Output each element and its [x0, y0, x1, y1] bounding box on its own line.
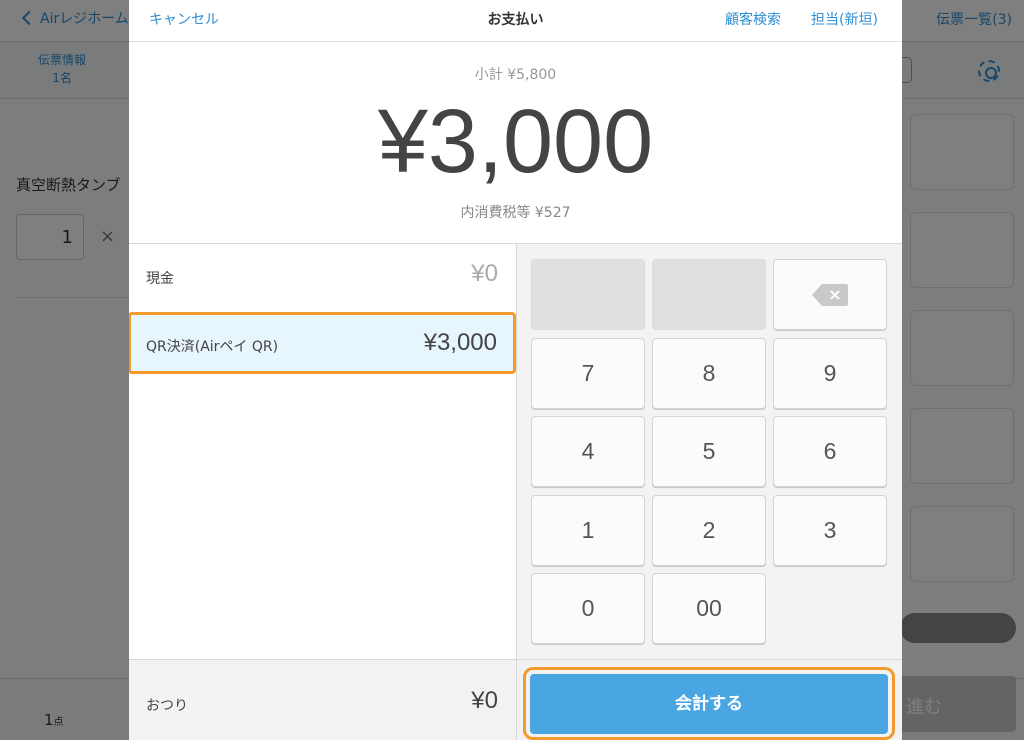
- payment-method-label: QR決済(Airペイ QR): [146, 339, 279, 355]
- backspace-key[interactable]: ×: [773, 259, 887, 330]
- keypad-blank-key: [531, 259, 645, 330]
- payment-method-label: 現金: [146, 271, 174, 287]
- change-label: おつり: [146, 698, 188, 714]
- key-2[interactable]: 2: [652, 495, 766, 566]
- key-7[interactable]: 7: [531, 338, 645, 409]
- customer-search-button[interactable]: 顧客検索: [725, 9, 781, 29]
- key-5[interactable]: 5: [652, 416, 766, 487]
- tax-text: 内消費税等 ¥527: [460, 205, 571, 221]
- key-6[interactable]: 6: [773, 416, 887, 487]
- key-8[interactable]: 8: [652, 338, 766, 409]
- numeric-keypad: × 7 8 9 4 5 6 1 2 3 0 00: [517, 244, 902, 659]
- payment-method-qr[interactable]: QR決済(Airペイ QR) ¥3,000: [129, 312, 516, 374]
- key-00[interactable]: 00: [652, 573, 766, 644]
- change-footer: おつり ¥0: [129, 659, 516, 740]
- key-3[interactable]: 3: [773, 495, 887, 566]
- payment-methods-list: 現金 ¥0 QR決済(Airペイ QR) ¥3,000: [129, 244, 516, 659]
- staff-button[interactable]: 担当(新垣): [811, 9, 878, 29]
- checkout-button[interactable]: 会計する: [530, 674, 888, 734]
- backspace-icon: ×: [812, 284, 848, 306]
- payment-method-amount: ¥0: [471, 260, 498, 287]
- keypad-blank-key: [652, 259, 766, 330]
- cancel-button[interactable]: キャンセル: [149, 9, 219, 29]
- key-0[interactable]: 0: [531, 573, 645, 644]
- payment-modal: お支払い キャンセル 顧客検索 担当(新垣) 小計 ¥5,800 ¥3,000 …: [129, 0, 902, 740]
- payment-method-cash[interactable]: 現金 ¥0: [129, 244, 516, 308]
- key-9[interactable]: 9: [773, 338, 887, 409]
- payment-amount: ¥3,000: [377, 92, 654, 192]
- subtotal-text: 小計 ¥5,800: [474, 67, 557, 83]
- payment-method-amount: ¥3,000: [423, 329, 497, 356]
- key-1[interactable]: 1: [531, 495, 645, 566]
- modal-title: お支払い: [487, 12, 544, 28]
- change-amount: ¥0: [471, 687, 498, 714]
- key-4[interactable]: 4: [531, 416, 645, 487]
